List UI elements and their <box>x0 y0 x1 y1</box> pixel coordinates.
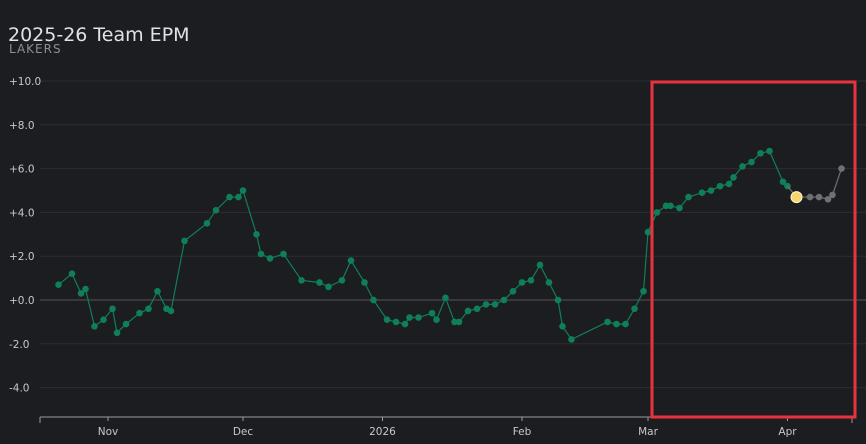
x-tick-label: Feb <box>513 426 532 438</box>
data-point-actual <box>347 257 355 264</box>
data-point-actual <box>167 307 175 315</box>
data-point-actual <box>239 187 247 194</box>
data-point-actual <box>257 250 265 258</box>
data-point-actual <box>136 309 143 317</box>
data-point-actual <box>766 147 773 155</box>
data-point-actual <box>325 283 332 291</box>
data-point-actual <box>730 174 737 181</box>
x-tick-label: Apr <box>778 426 797 438</box>
data-point-actual <box>739 163 746 170</box>
data-point-actual <box>613 320 620 328</box>
y-tick-label: +0.0 <box>9 295 35 307</box>
data-point-actual <box>527 276 535 284</box>
data-point-actual <box>631 305 638 313</box>
data-point-actual <box>91 322 98 330</box>
data-point-actual <box>757 149 764 157</box>
highlight-box <box>650 80 857 419</box>
data-point-actual <box>212 206 220 214</box>
data-point-actual <box>536 261 544 269</box>
x-tick-label: Nov <box>98 426 119 438</box>
data-point-actual <box>707 187 715 194</box>
data-point-actual <box>55 281 62 288</box>
data-point-actual <box>442 294 449 302</box>
data-point-actual <box>653 209 661 216</box>
y-tick-label: -2.0 <box>9 339 30 351</box>
data-point-actual <box>82 285 89 293</box>
data-point-actual <box>338 276 346 284</box>
x-tick-label: 2026 <box>369 426 396 438</box>
x-tick-label: Dec <box>233 426 254 438</box>
data-point-actual <box>145 305 152 313</box>
data-point-actual <box>604 318 611 326</box>
data-point-actual <box>622 320 629 328</box>
data-point-projected <box>829 191 836 199</box>
data-point-actual <box>253 231 260 238</box>
data-point-actual <box>644 228 652 236</box>
highlighted-point <box>790 191 803 204</box>
data-point-projected <box>838 165 845 172</box>
data-point-actual <box>226 193 233 201</box>
data-point-actual <box>433 316 440 324</box>
data-point-actual <box>667 202 674 210</box>
data-point-actual <box>181 237 188 245</box>
data-point-actual <box>428 309 436 317</box>
data-point-actual <box>554 296 562 304</box>
y-tick-label: +4.0 <box>9 207 35 219</box>
data-point-actual <box>370 296 377 304</box>
data-point-actual <box>266 255 274 262</box>
data-point-actual <box>676 204 683 212</box>
y-tick-label: +2.0 <box>9 251 35 263</box>
data-point-actual <box>545 279 553 286</box>
data-point-actual <box>113 329 121 337</box>
data-point-projected <box>806 193 814 201</box>
data-point-actual <box>559 322 566 330</box>
data-point-actual <box>455 318 463 326</box>
data-point-projected <box>815 193 823 201</box>
data-point-actual <box>482 301 490 308</box>
data-point-actual <box>401 320 409 328</box>
data-point-actual <box>122 320 130 328</box>
data-point-actual <box>100 316 107 324</box>
data-point-actual <box>509 287 517 295</box>
data-point-actual <box>406 314 413 321</box>
epm-line-chart: +10.0 +8.0 +6.0 +4.0 +2.0 +0.0 -2.0 -4.0 Nov Dec 2… <box>9 76 866 444</box>
y-tick-label: -4.0 <box>9 383 30 395</box>
data-point-actual <box>464 307 472 315</box>
data-point-actual <box>361 279 368 286</box>
data-point-actual <box>716 182 724 190</box>
data-point-actual <box>235 193 242 201</box>
data-point-actual <box>491 301 499 308</box>
data-point-actual <box>698 189 706 196</box>
data-point-actual <box>748 158 755 166</box>
y-tick-label: +10.0 <box>9 76 41 88</box>
data-point-actual <box>685 193 692 201</box>
data-point-actual <box>383 316 391 324</box>
data-point-actual <box>568 336 575 343</box>
data-point-actual <box>280 250 287 258</box>
data-point-actual <box>725 180 733 188</box>
data-point-actual <box>109 305 116 313</box>
data-point-actual <box>203 220 211 227</box>
y-tick-label: +6.0 <box>9 164 35 176</box>
data-point-actual <box>154 287 161 295</box>
data-point-actual <box>392 318 400 326</box>
x-tick-label: Mar <box>638 426 658 438</box>
data-point-actual <box>500 296 508 304</box>
y-tick-label: +8.0 <box>9 120 35 132</box>
data-point-actual <box>518 279 526 286</box>
data-point-actual <box>316 279 323 286</box>
data-point-actual <box>415 314 422 321</box>
data-point-actual <box>68 270 76 278</box>
data-point-actual <box>473 305 481 313</box>
data-point-actual <box>298 276 305 284</box>
data-point-actual <box>640 287 647 295</box>
